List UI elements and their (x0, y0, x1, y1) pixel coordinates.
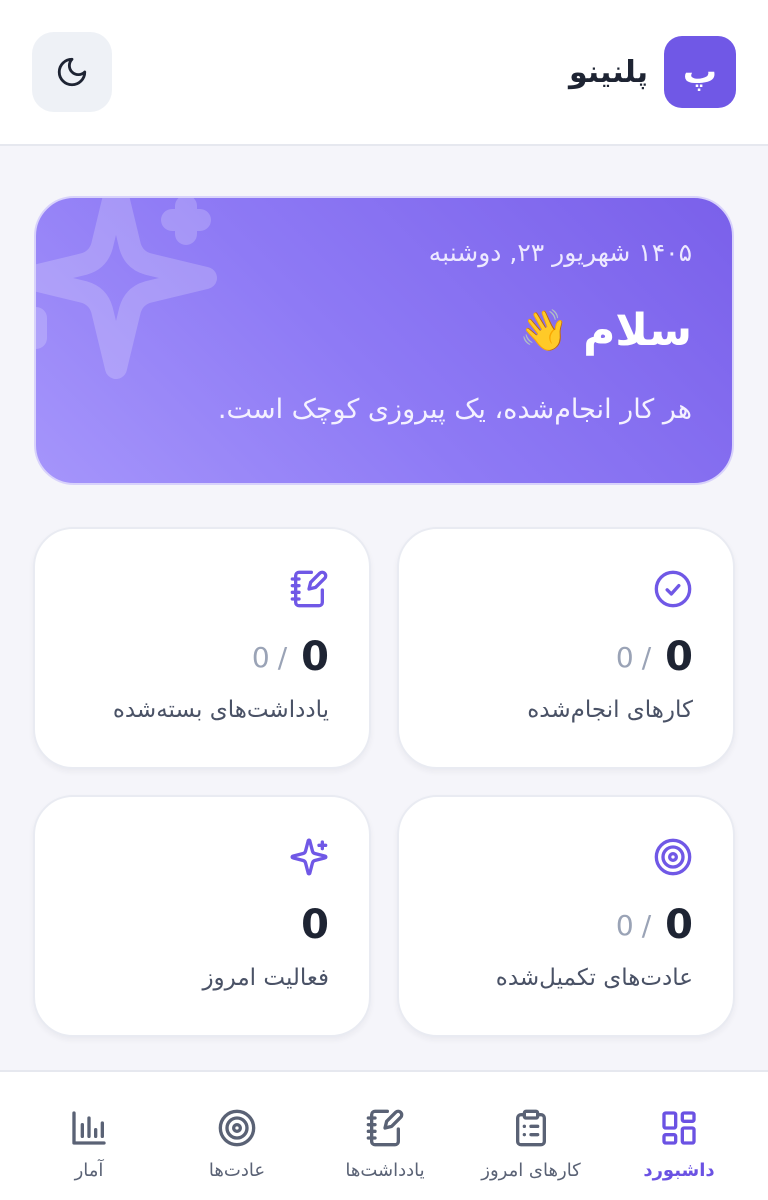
nav-item-stats[interactable]: آمار (14, 1072, 164, 1200)
stat-total: 0 (251, 640, 270, 674)
theme-toggle-button[interactable] (32, 32, 112, 112)
check-circle-icon (654, 570, 692, 608)
nav-label: کارهای امروز (481, 1160, 581, 1181)
app-header: پ پلنینو (0, 0, 768, 146)
app-root: پ پلنینو ۱۴۰۵ شهریور ۲۳, دوشنبه سلام 👋 ه… (0, 0, 768, 1200)
waving-hand-icon: 👋 (519, 307, 570, 354)
stat-label: عادت‌های تکمیل‌شده (495, 965, 693, 991)
stat-value: 0 / 0 (616, 897, 693, 953)
sparkle-decoration-icon (36, 198, 217, 379)
nav-label: داشبورد (643, 1160, 715, 1181)
notebook-pen-icon (366, 1109, 404, 1147)
nav-label: عادت‌ها (208, 1160, 266, 1181)
stat-separator: / (641, 640, 652, 674)
notebook-pen-icon (290, 570, 328, 608)
dashboard-grid-icon (662, 1111, 696, 1145)
stat-value: 0 / 0 (252, 629, 329, 685)
target-icon (654, 838, 692, 876)
nav-item-dashboard[interactable]: داشبورد (604, 1072, 754, 1200)
stat-card-habits-done[interactable]: 0 / 0 عادت‌های تکمیل‌شده (397, 795, 735, 1037)
stat-card-notes-closed[interactable]: 0 / 0 یادداشت‌های بسته‌شده (33, 527, 371, 769)
hero-subtitle: هر کار انجام‌شده، یک پیروزی کوچک است. (217, 394, 692, 425)
hero-greeting: سلام 👋 (519, 298, 692, 362)
stat-count: 0 (301, 902, 329, 948)
nav-item-notes[interactable]: یادداشت‌ها (310, 1072, 460, 1200)
nav-item-habits[interactable]: عادت‌ها (162, 1072, 312, 1200)
stat-label: فعالیت امروز (202, 965, 329, 991)
stat-total: 0 (615, 908, 634, 942)
bottom-nav: داشبورد کارهای امروز یادداشت‌ها عادت‌ها (0, 1070, 768, 1200)
app-logo[interactable]: پ (664, 36, 736, 108)
clipboard-list-icon (516, 1109, 546, 1147)
logo-letter: پ (682, 52, 718, 92)
target-icon (218, 1109, 256, 1147)
hero-date: ۱۴۰۵ شهریور ۲۳, دوشنبه (428, 238, 692, 267)
app-name: پلنینو (568, 54, 648, 90)
stat-card-tasks-done[interactable]: 0 / 0 کارهای انجام‌شده (397, 527, 735, 769)
bar-chart-icon (72, 1111, 106, 1145)
nav-label: یادداشت‌ها (345, 1160, 425, 1181)
stat-count: 0 (301, 634, 329, 680)
greeting-text: سلام (583, 304, 692, 356)
stat-value: 0 (301, 897, 329, 953)
stat-label: کارهای انجام‌شده (527, 697, 693, 723)
moon-icon (57, 57, 87, 87)
stat-count: 0 (665, 634, 693, 680)
nav-item-today-tasks[interactable]: کارهای امروز (456, 1072, 606, 1200)
stat-total: 0 (615, 640, 634, 674)
stat-value: 0 / 0 (616, 629, 693, 685)
stat-label: یادداشت‌های بسته‌شده (112, 697, 329, 723)
stat-separator: / (277, 640, 288, 674)
stat-count: 0 (665, 902, 693, 948)
sparkles-icon (290, 838, 328, 876)
nav-label: آمار (74, 1160, 104, 1181)
stat-separator: / (641, 908, 652, 942)
greeting-card: ۱۴۰۵ شهریور ۲۳, دوشنبه سلام 👋 هر کار انج… (34, 196, 734, 485)
stat-card-today-activity[interactable]: 0 فعالیت امروز (33, 795, 371, 1037)
